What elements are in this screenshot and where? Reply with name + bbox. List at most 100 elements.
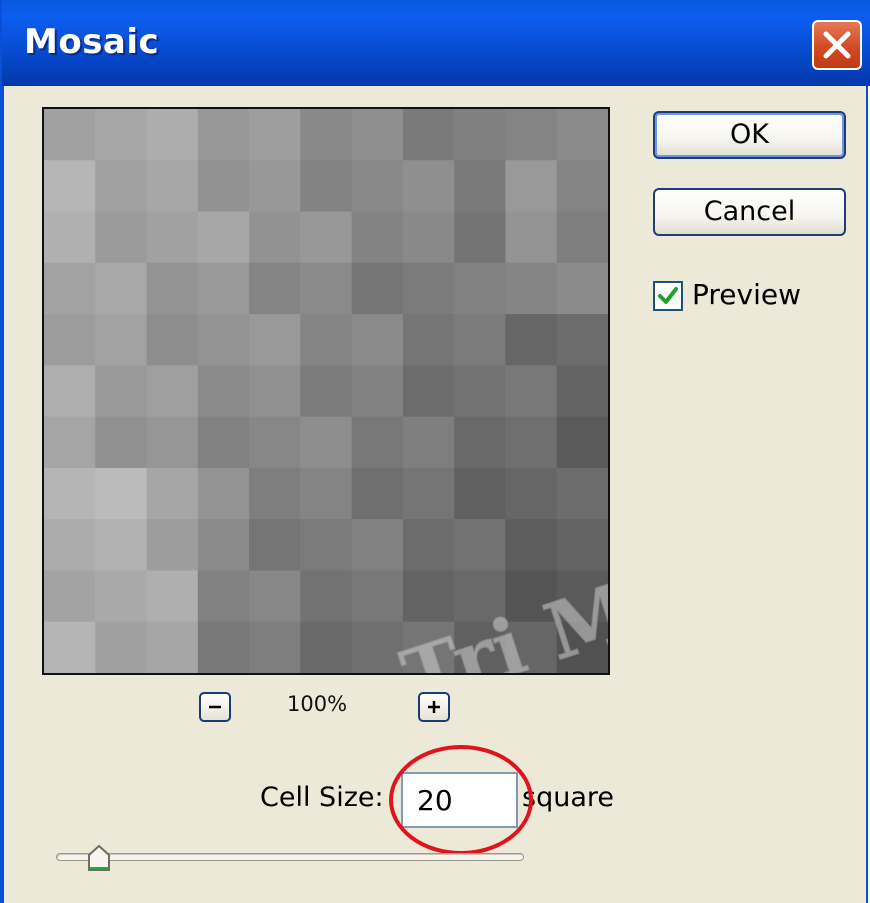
mosaic-tile <box>300 160 353 213</box>
mosaic-tile <box>249 570 301 623</box>
preview-area[interactable]: Quản Trị Mạng <box>42 107 610 675</box>
mosaic-tile <box>454 314 506 366</box>
mosaic-tile <box>556 416 608 469</box>
window-title: Mosaic <box>24 22 160 62</box>
mosaic-tile <box>300 211 353 264</box>
close-button[interactable] <box>812 20 862 70</box>
mosaic-tile <box>95 416 148 469</box>
mosaic-tile <box>402 160 455 213</box>
mosaic-tile <box>44 365 96 418</box>
mosaic-tile <box>146 211 199 264</box>
mosaic-tile <box>44 109 96 161</box>
mosaic-tile <box>402 262 455 315</box>
zoom-out-button[interactable] <box>199 692 231 722</box>
mosaic-tile <box>556 262 608 315</box>
mosaic-tile <box>146 160 199 213</box>
mosaic-tile <box>351 109 404 161</box>
mosaic-tile <box>402 211 455 264</box>
close-icon <box>823 31 851 59</box>
zoom-in-button[interactable] <box>418 692 450 722</box>
mosaic-tile <box>95 160 148 213</box>
mosaic-tile <box>44 467 96 520</box>
mosaic-tile <box>505 365 558 418</box>
mosaic-tile <box>454 416 506 469</box>
mosaic-tile <box>454 262 506 315</box>
mosaic-tile <box>300 467 353 520</box>
cell-size-slider-thumb[interactable] <box>86 843 112 873</box>
mosaic-tile <box>556 160 608 213</box>
mosaic-tile <box>351 467 404 520</box>
title-bar[interactable]: Mosaic <box>2 0 870 86</box>
mosaic-tile <box>95 109 148 161</box>
mosaic-tile <box>197 314 250 366</box>
mosaic-tile <box>146 365 199 418</box>
preview-checkbox[interactable] <box>653 281 683 311</box>
mosaic-tile <box>402 519 455 571</box>
mosaic-tile <box>44 416 96 469</box>
mosaic-tile <box>454 467 506 520</box>
mosaic-tile <box>351 365 404 418</box>
mosaic-dialog: Mosaic Quản Trị Mạng 100% OK Cancel Prev… <box>0 0 870 903</box>
mosaic-tile <box>95 365 148 418</box>
mosaic-tile <box>95 621 148 673</box>
cancel-button[interactable]: Cancel <box>653 188 846 236</box>
mosaic-tile <box>402 467 455 520</box>
mosaic-tile <box>300 570 353 623</box>
mosaic-tile <box>146 262 199 315</box>
mosaic-tile <box>351 519 404 571</box>
mosaic-tile <box>197 570 250 623</box>
mosaic-tile <box>249 262 301 315</box>
mosaic-tile <box>197 211 250 264</box>
mosaic-tile <box>505 314 558 366</box>
mosaic-tile <box>402 416 455 469</box>
mosaic-tile <box>505 467 558 520</box>
mosaic-tile <box>249 314 301 366</box>
mosaic-tile <box>351 211 404 264</box>
mosaic-tile <box>402 314 455 366</box>
mosaic-tile <box>249 109 301 161</box>
mosaic-tile <box>249 467 301 520</box>
mosaic-tile <box>197 160 250 213</box>
mosaic-tile <box>556 211 608 264</box>
mosaic-tile <box>505 211 558 264</box>
mosaic-tile <box>249 416 301 469</box>
red-annotation-circle <box>389 745 533 855</box>
mosaic-tile <box>505 262 558 315</box>
mosaic-tile <box>146 519 199 571</box>
mosaic-tile <box>44 621 96 673</box>
mosaic-tile <box>300 262 353 315</box>
mosaic-tile <box>556 519 608 571</box>
mosaic-tile <box>402 109 455 161</box>
mosaic-tile <box>556 467 608 520</box>
mosaic-tile <box>505 416 558 469</box>
checkmark-icon <box>658 287 678 304</box>
mosaic-tile <box>95 262 148 315</box>
mosaic-tile <box>197 109 250 161</box>
mosaic-tile <box>44 314 96 366</box>
mosaic-tile <box>44 160 96 213</box>
mosaic-tile <box>402 570 455 623</box>
zoom-level: 100% <box>287 692 348 716</box>
plus-icon <box>428 701 440 713</box>
mosaic-tile <box>300 416 353 469</box>
mosaic-tile <box>454 211 506 264</box>
mosaic-tile <box>351 416 404 469</box>
cell-size-slider-track[interactable] <box>56 853 524 861</box>
cell-size-label: Cell Size: <box>260 782 384 813</box>
mosaic-tile <box>300 365 353 418</box>
mosaic-tile <box>249 519 301 571</box>
preview-label: Preview <box>692 278 801 311</box>
mosaic-tile <box>454 365 506 418</box>
mosaic-tile <box>44 570 96 623</box>
mosaic-tile <box>505 109 558 161</box>
mosaic-tile <box>300 109 353 161</box>
ok-button[interactable]: OK <box>653 111 846 159</box>
mosaic-tile <box>95 519 148 571</box>
mosaic-tile <box>95 467 148 520</box>
mosaic-preview-image: Quản Trị Mạng <box>44 109 608 673</box>
mosaic-tile <box>197 621 250 673</box>
mosaic-tile <box>95 570 148 623</box>
mosaic-tile <box>249 211 301 264</box>
mosaic-tile <box>197 262 250 315</box>
mosaic-tile <box>197 467 250 520</box>
